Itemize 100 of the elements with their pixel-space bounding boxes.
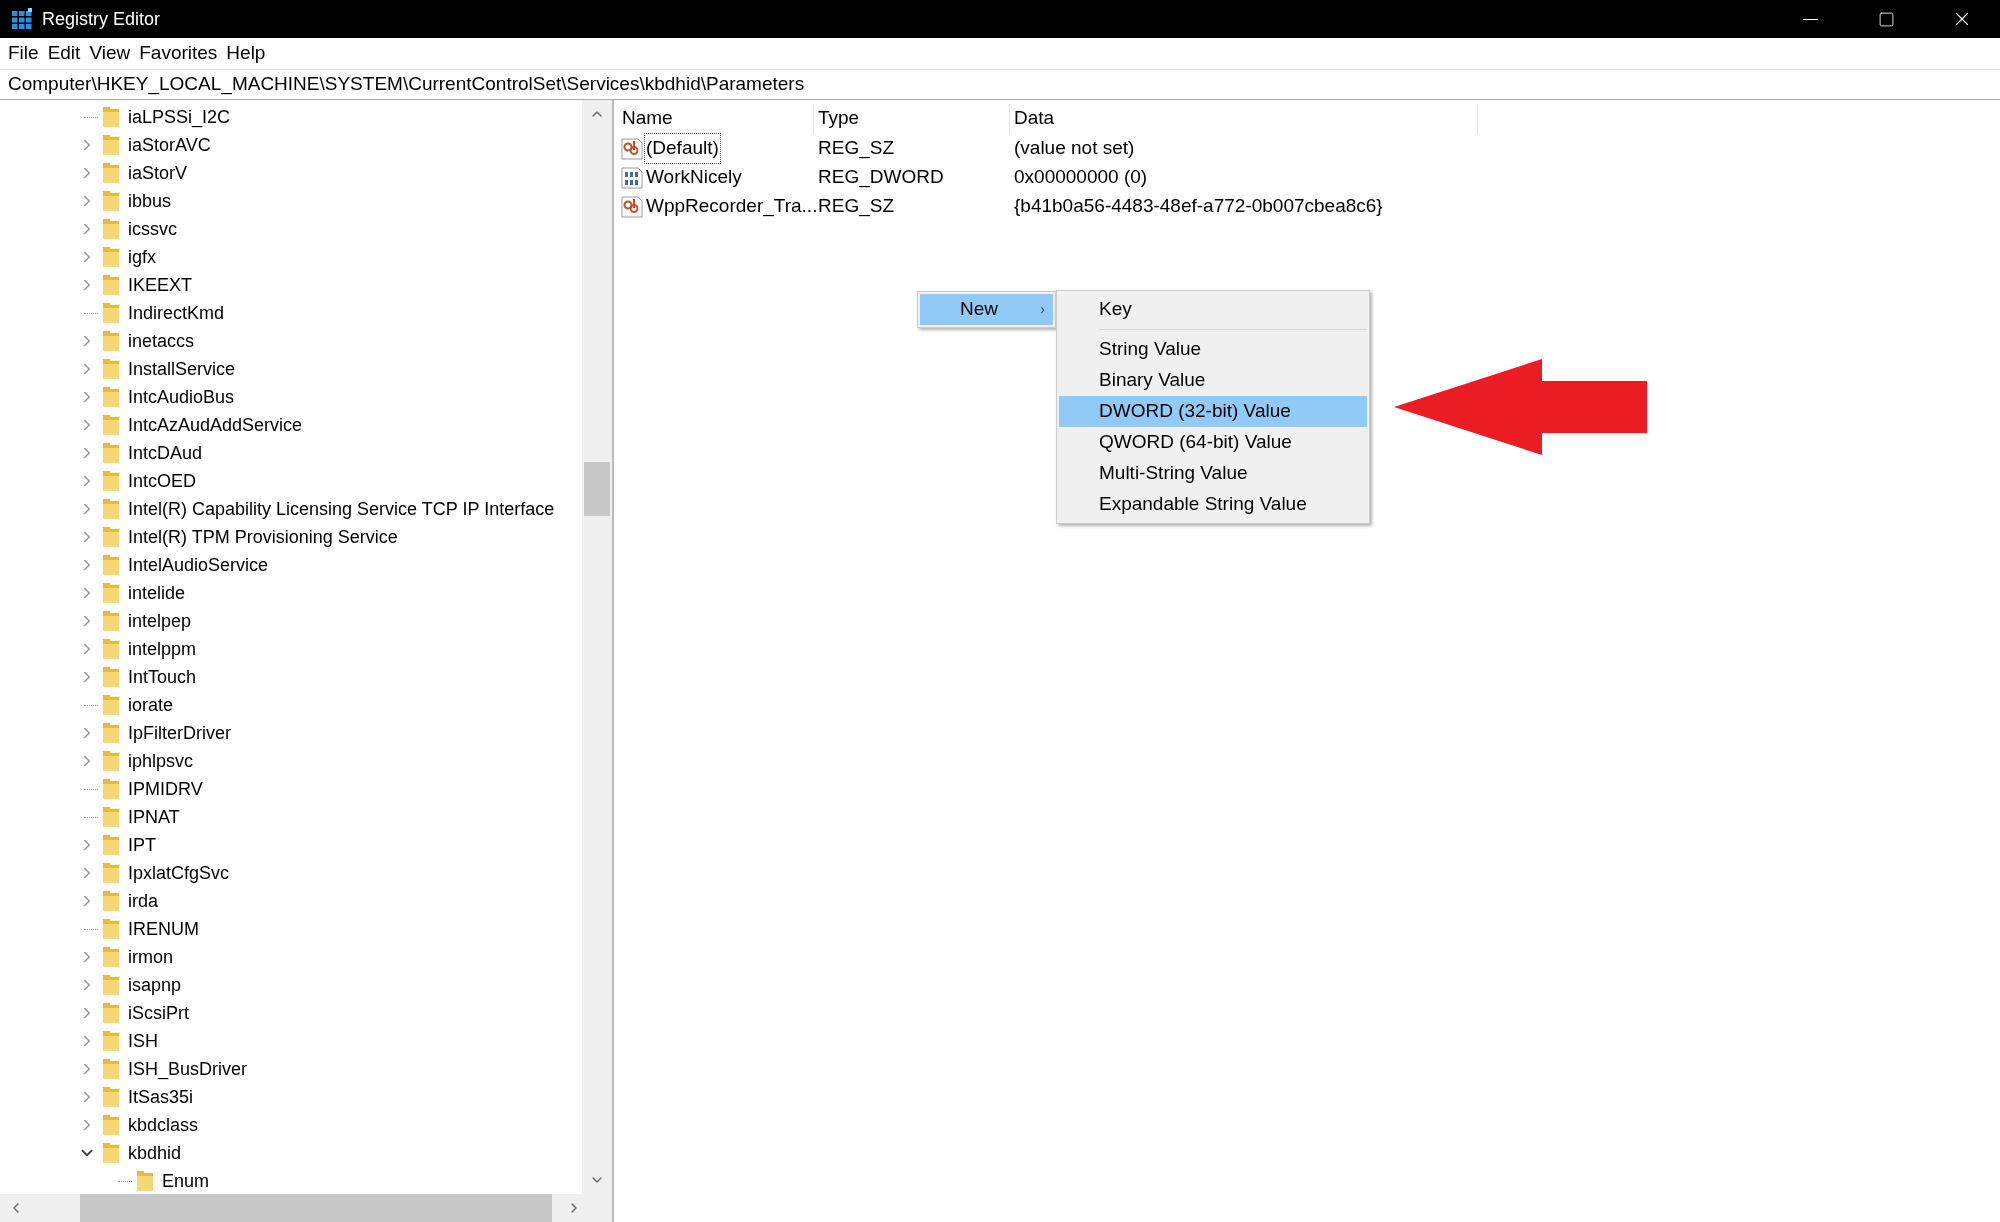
folder-icon — [100, 329, 122, 353]
binary-value-icon — [620, 165, 644, 190]
folder-icon — [100, 357, 122, 381]
value-data: 0x00000000 (0) — [1013, 165, 1148, 190]
tree-item[interactable]: InstallService — [128, 355, 236, 383]
folder-icon — [100, 189, 122, 213]
folder-icon — [100, 441, 122, 465]
tree-item[interactable]: IpxlatCfgSvc — [128, 859, 230, 887]
tree-item[interactable]: kbdclass — [128, 1111, 199, 1139]
menu-item[interactable]: File — [5, 39, 42, 68]
tree-item[interactable]: iaLPSSi_I2C — [128, 103, 231, 131]
vertical-scrollbar[interactable] — [582, 100, 612, 1194]
value-data: {b41b0a56-4483-48ef-a772-0b007cbea8c6} — [1013, 194, 1383, 219]
tree-item[interactable]: ISH_BusDriver — [128, 1055, 248, 1083]
folder-icon — [100, 525, 122, 549]
folder-icon — [100, 217, 122, 241]
tree-item[interactable]: IKEEXT — [128, 271, 193, 299]
tree-item[interactable]: irmon — [128, 943, 173, 971]
tree-item[interactable]: intelide — [128, 579, 186, 607]
scrollbar-thumb[interactable] — [584, 462, 610, 516]
tree-item[interactable]: ISH — [128, 1027, 158, 1055]
tree-item[interactable]: iaStorAVC — [128, 131, 211, 159]
tree-item[interactable]: IndirectKmd — [128, 299, 225, 327]
menu-item[interactable]: DWORD (32-bit) Value — [1059, 396, 1367, 427]
tree-item[interactable]: intelpep — [128, 607, 192, 635]
menu-item[interactable]: Favorites — [136, 39, 221, 68]
menu-item[interactable]: Edit — [44, 39, 84, 68]
menu-item[interactable]: String Value — [1059, 334, 1367, 365]
tree-item[interactable]: igfx — [128, 243, 156, 271]
folder-icon — [100, 805, 122, 829]
value-data: (value not set) — [1013, 136, 1135, 161]
menu-item[interactable]: New › — [920, 294, 1053, 325]
folder-icon — [100, 637, 122, 661]
tree-item[interactable]: IntTouch — [128, 663, 197, 691]
folder-icon — [100, 721, 122, 745]
scrollbar-thumb[interactable] — [80, 1194, 552, 1222]
folder-icon — [100, 777, 122, 801]
folder-icon — [100, 385, 122, 409]
tree-item[interactable]: iphlpsvc — [128, 747, 194, 775]
folder-icon — [100, 1057, 122, 1081]
menu-item[interactable]: QWORD (64-bit) Value — [1059, 427, 1367, 458]
menu-item[interactable]: Key — [1059, 294, 1367, 325]
folder-icon — [100, 609, 122, 633]
folder-icon — [100, 1141, 122, 1165]
tree-item[interactable]: IntelAudioService — [128, 551, 269, 579]
tree-item[interactable]: Intel(R) Capability Licensing Service TCP IP Interface — [128, 495, 555, 523]
column-header[interactable]: Data — [1010, 103, 1478, 134]
folder-icon — [100, 1029, 122, 1053]
tree-item[interactable]: IPNAT — [128, 803, 180, 831]
tree-item[interactable]: IntcDAud — [128, 439, 203, 467]
tree-item[interactable]: IntcAzAudAddService — [128, 411, 303, 439]
tree-item[interactable]: Enum — [162, 1167, 210, 1194]
maximize-icon — [1877, 10, 1895, 28]
tree-item[interactable]: irda — [128, 887, 158, 915]
tree-item[interactable]: intelppm — [128, 635, 197, 663]
horizontal-scrollbar[interactable] — [0, 1194, 612, 1222]
tree-item[interactable]: IpFilterDriver — [128, 719, 231, 747]
address-bar[interactable]: Computer\HKEY_LOCAL_MACHINE\SYSTEM\CurrentControlSet\Services\kbdhid\Parameters — [0, 70, 2000, 100]
tree-item[interactable]: iaStorV — [128, 159, 188, 187]
folder-icon — [100, 889, 122, 913]
folder-icon — [100, 581, 122, 605]
folder-icon — [100, 1001, 122, 1025]
tree-item[interactable]: isapnp — [128, 971, 182, 999]
tree-item[interactable]: iScsiPrt — [128, 999, 189, 1027]
tree-item[interactable]: kbdhid — [128, 1139, 182, 1167]
tree-item[interactable]: IRENUM — [128, 915, 199, 943]
tree-item[interactable]: IPT — [128, 831, 156, 859]
tree-item[interactable]: IntcAudioBus — [128, 383, 235, 411]
value-name[interactable]: WorkNicely — [644, 162, 744, 193]
tree-item[interactable]: Intel(R) TPM Provisioning Service — [128, 523, 398, 551]
value-type: REG_SZ — [817, 136, 896, 161]
folder-icon — [100, 469, 122, 493]
value-type: REG_SZ — [817, 194, 896, 219]
menu-item[interactable]: Help — [223, 39, 269, 68]
value-name[interactable]: (Default) — [644, 133, 721, 164]
tree-item[interactable]: IPMIDRV — [128, 775, 203, 803]
column-header[interactable]: Type — [814, 103, 1010, 134]
tree-item[interactable]: ibbus — [128, 187, 172, 215]
tree-item[interactable]: ItSas35i — [128, 1083, 194, 1111]
folder-icon — [100, 553, 122, 577]
menu-item[interactable]: Multi-String Value — [1059, 458, 1367, 489]
menu-item[interactable]: View — [86, 39, 134, 68]
value-name[interactable]: WppRecorder_Tra... — [644, 191, 820, 222]
folder-icon — [100, 1085, 122, 1109]
tree-item[interactable]: icssvc — [128, 215, 177, 243]
tree-item[interactable]: iorate — [128, 691, 174, 719]
folder-icon — [134, 1169, 156, 1193]
folder-icon — [100, 749, 122, 773]
menu-item[interactable]: Binary Value — [1059, 365, 1367, 396]
menu-item[interactable]: Expandable String Value — [1059, 489, 1367, 520]
minimize-icon — [1802, 18, 1818, 20]
tree-item[interactable]: inetaccs — [128, 327, 195, 355]
column-header[interactable]: Name — [618, 103, 814, 134]
window-title: Registry Editor — [42, 7, 161, 31]
folder-icon — [100, 413, 122, 437]
tree-item[interactable]: IntcOED — [128, 467, 197, 495]
app-icon — [10, 7, 34, 31]
folder-icon — [100, 665, 122, 689]
folder-icon — [100, 301, 122, 325]
folder-icon — [100, 105, 122, 129]
